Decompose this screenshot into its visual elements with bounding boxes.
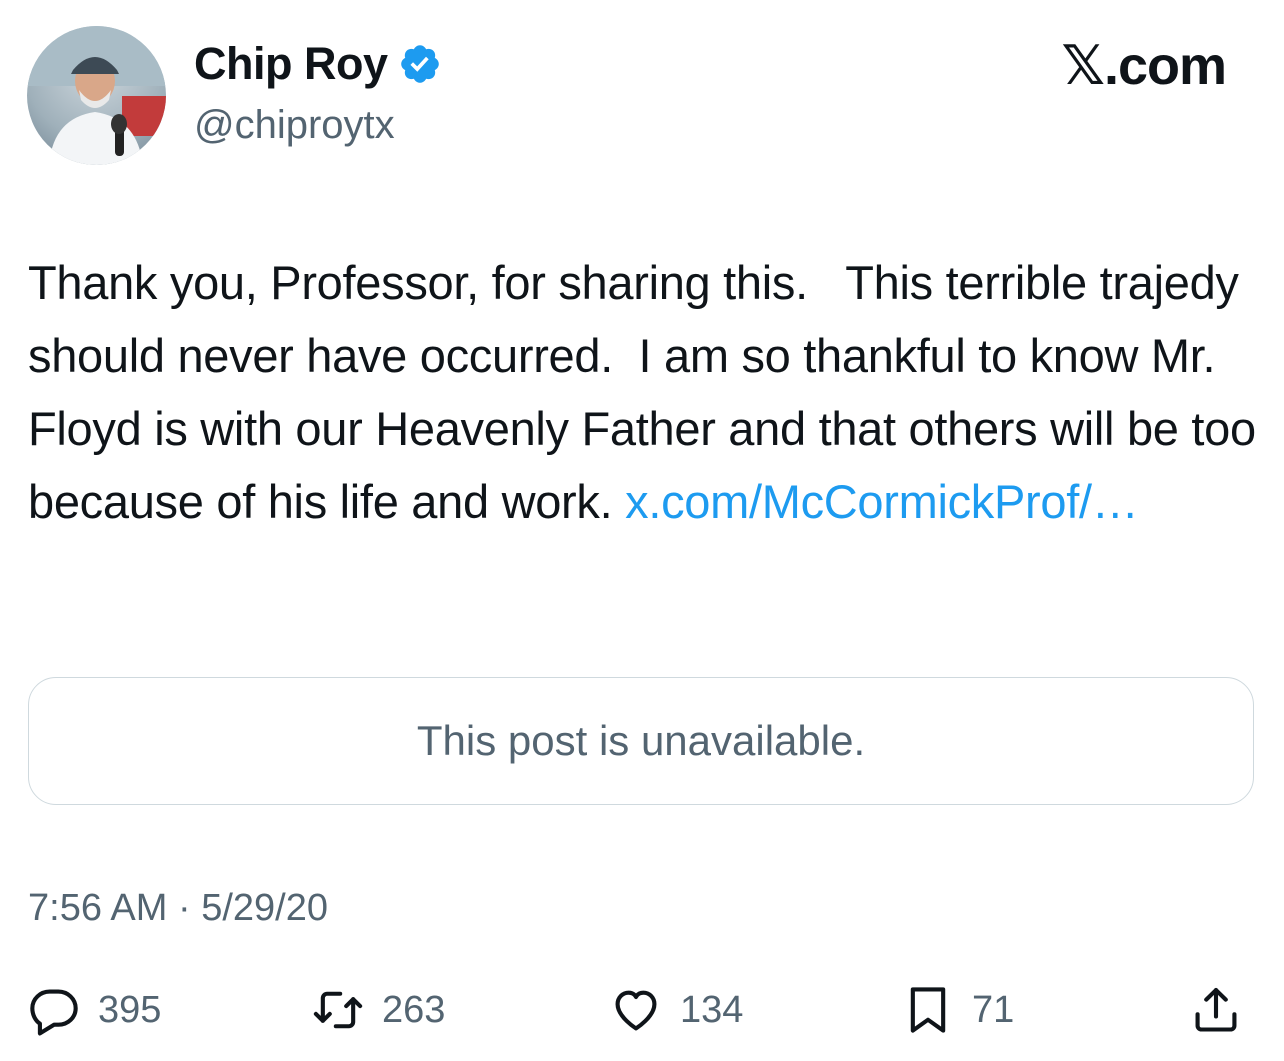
post-timestamp[interactable]: 7:56 AM · 5/29/20: [28, 884, 328, 932]
reply-button[interactable]: 395: [28, 980, 161, 1040]
avatar-photo: [27, 26, 166, 165]
bookmark-count: 71: [972, 988, 1015, 1031]
heart-icon: [615, 990, 657, 1031]
author-display-name[interactable]: Chip Roy: [194, 38, 388, 90]
site-logo: 𝕏.com: [1061, 36, 1227, 96]
repost-icon: [313, 991, 363, 1029]
verified-badge-icon: [400, 45, 439, 83]
like-count: 134: [680, 988, 744, 1031]
repost-count: 263: [382, 988, 446, 1031]
reply-count: 395: [98, 988, 162, 1031]
author-handle[interactable]: @chiproytx: [194, 101, 395, 149]
bookmark-button[interactable]: 71: [902, 980, 1014, 1040]
bookmark-icon: [910, 987, 946, 1033]
reply-icon: [30, 989, 78, 1036]
quoted-post-card[interactable]: This post is unavailable.: [28, 677, 1254, 805]
avatar[interactable]: [27, 26, 166, 165]
share-icon[interactable]: [1190, 984, 1242, 1036]
post-text: Thank you, Professor, for sharing this. …: [28, 246, 1258, 538]
post-link[interactable]: x.com/McCormickProf/…: [625, 475, 1139, 528]
author-name-row: Chip Roy: [194, 38, 442, 90]
like-button[interactable]: 134: [610, 980, 743, 1040]
quoted-post-notice: This post is unavailable.: [416, 717, 866, 764]
repost-button[interactable]: 263: [312, 980, 445, 1040]
